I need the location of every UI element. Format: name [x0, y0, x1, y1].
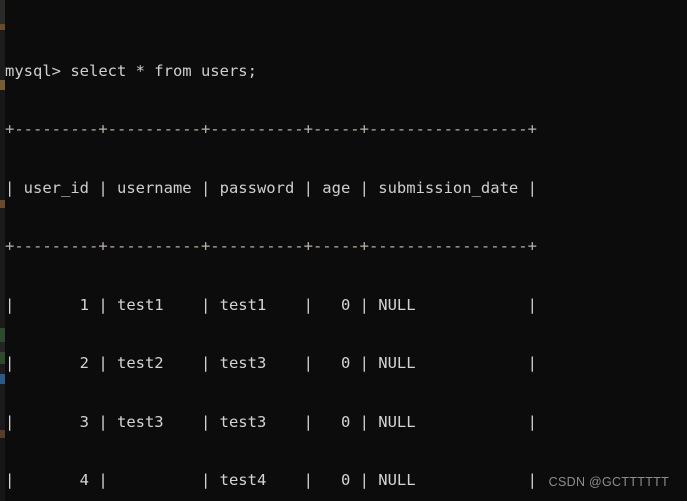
watermark: CSDN @GCTTTTTT: [548, 475, 669, 489]
terminal-output[interactable]: mysql> select * from users; +---------+-…: [5, 0, 687, 501]
table-row: | 2 | test2 | test3 | 0 | NULL |: [5, 354, 537, 372]
table-header-row: | user_id | username | password | age | …: [5, 178, 537, 197]
terminal-window: mysql> select * from users; +---------+-…: [0, 0, 687, 501]
table-row: | 3 | test3 | test3 | 0 | NULL |: [5, 412, 537, 431]
table-row: | 1 | test1 | test1 | 0 | NULL |: [5, 295, 537, 314]
table-border-top: +---------+----------+----------+-----+-…: [5, 120, 537, 138]
command-line: mysql> select * from users;: [5, 61, 257, 80]
table-border-header: +---------+----------+----------+-----+-…: [5, 237, 537, 255]
